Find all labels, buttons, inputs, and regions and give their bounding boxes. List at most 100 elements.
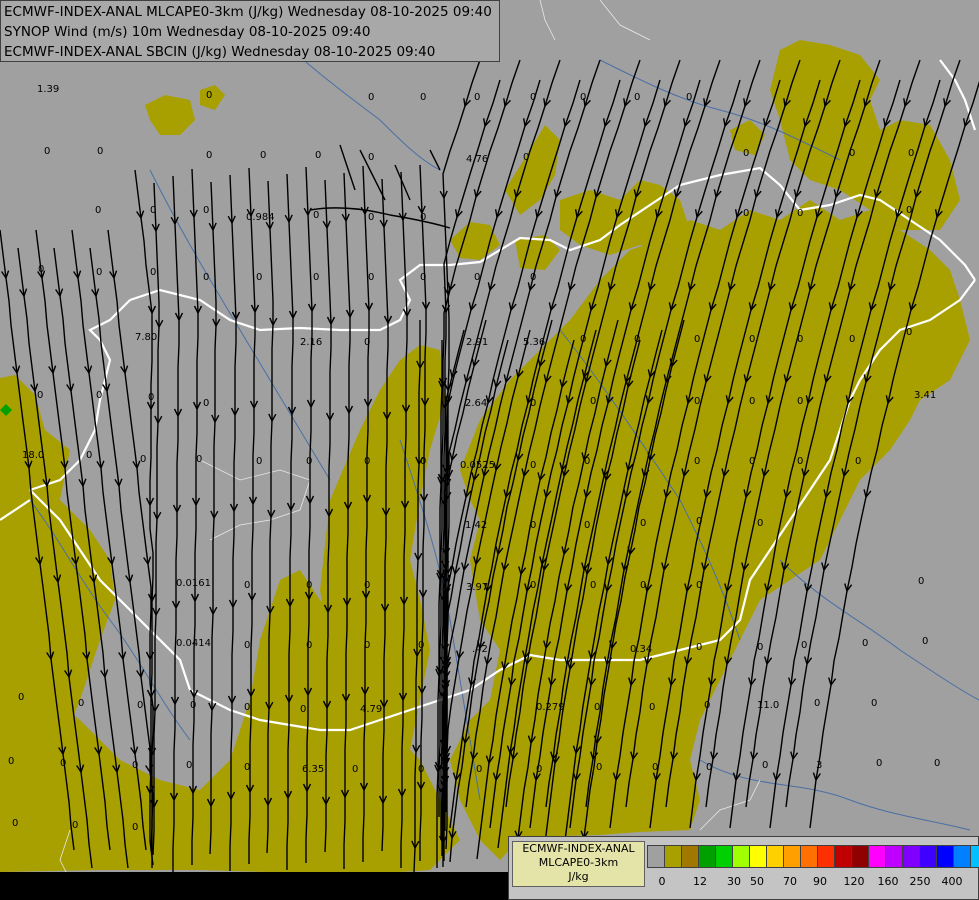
station-value: 6.35: [302, 764, 324, 775]
station-value: 0: [530, 460, 536, 471]
title-line-wind: SYNOP Wind (m/s) 10m Wednesday 08-10-202…: [4, 24, 371, 40]
station-value: 0: [315, 150, 321, 161]
station-value: 0: [244, 640, 250, 651]
station-value: 0: [352, 764, 358, 775]
legend-tick-label: 70: [783, 875, 797, 888]
station-value: 0: [256, 456, 262, 467]
legend-swatch: [733, 846, 750, 867]
station-value: 0: [95, 205, 101, 216]
cape-region-north-small2: [200, 85, 225, 110]
legend-swatch: [852, 846, 869, 867]
station-value: 0: [530, 398, 536, 409]
streamline: [152, 182, 160, 856]
station-value: 0: [584, 456, 590, 467]
legend-swatch: [903, 846, 920, 867]
station-value: 0: [743, 148, 749, 159]
legend-label: ECMWF-INDEX-ANAL MLCAPE0-3km J/kg: [512, 841, 645, 887]
station-value: 0: [908, 148, 914, 159]
station-value: 0: [260, 150, 266, 161]
station-value: 0: [743, 208, 749, 219]
station-value: 0: [757, 518, 763, 529]
station-value: 0: [849, 334, 855, 345]
station-value: 0.0525: [460, 460, 495, 471]
station-value: 0: [797, 456, 803, 467]
station-value: 0: [313, 210, 319, 221]
legend-tick-label: 30: [727, 875, 741, 888]
legend-swatch: [835, 846, 852, 867]
station-value: 3.41: [914, 390, 936, 401]
streamline: [419, 164, 427, 861]
station-value: 0: [256, 272, 262, 283]
legend-tick-label: 0: [658, 875, 666, 888]
legend-swatch: [716, 846, 733, 867]
station-value: 4.79: [360, 704, 382, 715]
station-value: 0: [922, 636, 928, 647]
station-value: 0: [97, 146, 103, 157]
station-value: 0: [244, 580, 250, 591]
station-value: 0: [364, 640, 370, 651]
station-value: 0: [530, 272, 536, 283]
legend-tick-label: 400: [941, 875, 963, 888]
station-value: 0.0414: [176, 638, 211, 649]
legend-swatch: [886, 846, 903, 867]
station-value: 0: [203, 205, 209, 216]
station-value: 1.39: [37, 84, 59, 95]
map-title-box: ECMWF-INDEX-ANAL MLCAPE0-3km (J/kg) Wedn…: [0, 0, 500, 62]
cape-region-north-east: [770, 40, 960, 230]
station-value: 0: [640, 518, 646, 529]
legend-swatch: [784, 846, 801, 867]
station-value: 0: [206, 150, 212, 161]
station-value: 0: [801, 640, 807, 651]
station-value: 0: [186, 760, 192, 771]
station-value: 0: [203, 272, 209, 283]
title-line-cape: ECMWF-INDEX-ANAL MLCAPE0-3km (J/kg) Wedn…: [4, 4, 492, 20]
station-value: 0: [300, 704, 306, 715]
cape-region-east-edge: [880, 300, 970, 400]
station-value: 0: [86, 450, 92, 461]
station-value: 0: [72, 820, 78, 831]
station-value: 0: [60, 758, 66, 769]
station-value: 0: [368, 272, 374, 283]
legend-swatch: [954, 846, 971, 867]
station-value: 0: [797, 208, 803, 219]
station-value: 0: [580, 92, 586, 103]
station-value: 0: [694, 334, 700, 345]
station-value: 0: [706, 762, 712, 773]
streamline: [309, 207, 451, 229]
station-value: 2.91: [466, 337, 488, 348]
station-value: 0: [78, 698, 84, 709]
station-value: 0: [420, 272, 426, 283]
legend-swatch: [818, 846, 835, 867]
station-value: 0: [132, 822, 138, 833]
legend-title-model: ECMWF-INDEX-ANAL: [522, 842, 635, 855]
station-value: 0: [855, 456, 861, 467]
station-value: 0: [313, 272, 319, 283]
station-value: 0: [364, 337, 370, 348]
station-value: 0: [137, 700, 143, 711]
station-value: 0: [590, 580, 596, 591]
station-value: 0: [244, 762, 250, 773]
station-value: 0: [696, 580, 702, 591]
cape-region-north-small: [145, 95, 195, 135]
legend-swatch: [750, 846, 767, 867]
station-value: 0: [37, 390, 43, 401]
weather-map[interactable]: 1.39 0 0 0 0 0 0 0 0 0 0 0 0 0 0 4.76 0 0 0 0 0 0 0 0.984 0 0 0 0 0 0…: [0, 0, 979, 900]
station-value: 0: [871, 698, 877, 709]
station-value: 5.36: [523, 337, 545, 348]
streamline: [339, 144, 356, 191]
station-value: 0: [150, 205, 156, 216]
station-value: 0: [694, 456, 700, 467]
legend-tick-label: 12: [693, 875, 707, 888]
station-value: 0: [797, 334, 803, 345]
station-value: 0: [757, 642, 763, 653]
station-value: 0: [306, 580, 312, 591]
station-value: 0: [906, 205, 912, 216]
station-value: 0.279: [536, 702, 565, 713]
legend-tick-label: 120: [843, 875, 865, 888]
station-value: 0: [306, 456, 312, 467]
station-value: 0: [306, 640, 312, 651]
station-value: 0: [696, 642, 702, 653]
title-line-cin: ECMWF-INDEX-ANAL SBCIN (J/kg) Wednesday …: [4, 44, 436, 60]
station-value: 0: [418, 640, 424, 651]
station-value: 0: [420, 92, 426, 103]
